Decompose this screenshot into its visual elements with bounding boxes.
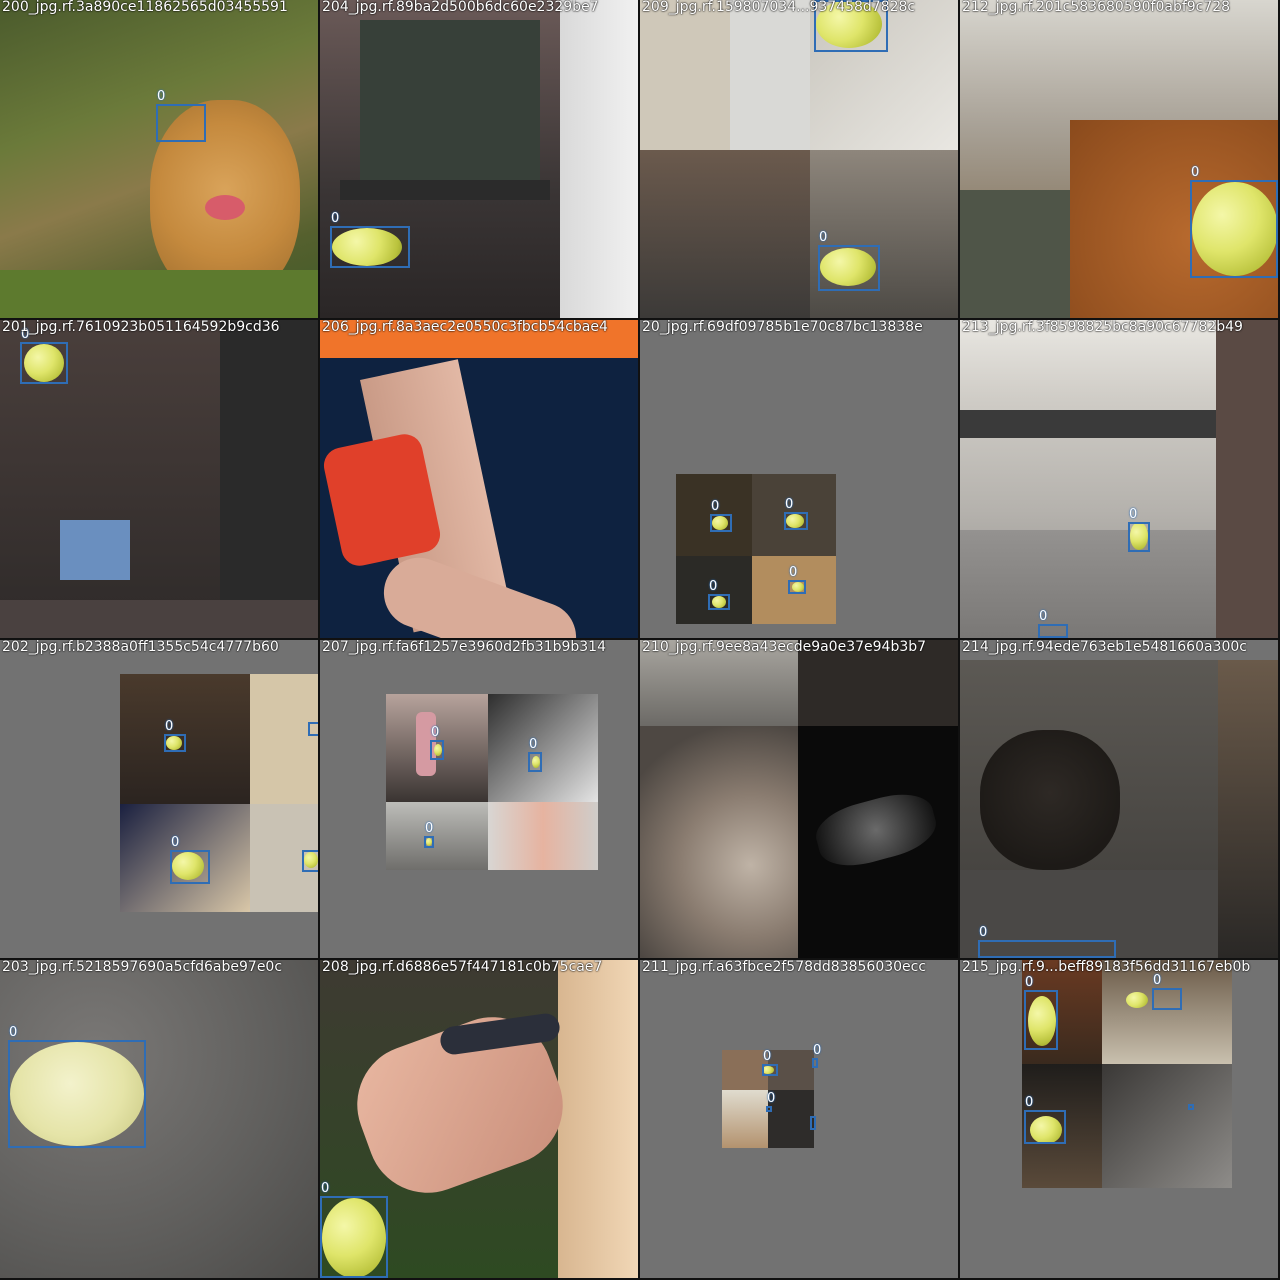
class-label: 0	[171, 835, 180, 850]
class-label: 0	[331, 211, 340, 226]
bounding-box: 0	[1190, 165, 1278, 278]
filename-label: 215_jpg.rf.9...beff89183f56dd31167eb0b	[962, 960, 1251, 975]
tile-214: 214_jpg.rf.94ede763eb1e5481660a300c 0	[960, 640, 1278, 958]
filename-label: 206_jpg.rf.8a3aec2e0550c3fbcb54cbae4	[322, 320, 608, 335]
class-label: 0	[431, 725, 440, 740]
bounding-box	[810, 1116, 816, 1130]
bounding-box: 0	[330, 211, 410, 268]
bounding-box: 0	[8, 1025, 146, 1148]
tile-208: 208_jpg.rf.d6886e57f447181c0b75cae7 0	[320, 960, 638, 1278]
bounding-box: 0	[710, 499, 732, 532]
bounding-box: 0	[1128, 507, 1150, 552]
class-label: 0	[1039, 609, 1048, 624]
tile-211: 211_jpg.rf.a63fbce2f578dd83856030ecc 0 0…	[640, 960, 958, 1278]
filename-label: 207_jpg.rf.fa6f1257e3960d2fb31b9b314	[322, 640, 606, 655]
bounding-box: 0	[1024, 1095, 1066, 1144]
tile-212: 212_jpg.rf.201c583680590f0abf9c728 0	[960, 0, 1278, 318]
tile-20: 20_jpg.rf.69df09785b1e70c87bc13838e 0 0 …	[640, 320, 958, 638]
bounding-box: 0	[788, 565, 806, 594]
class-label: 0	[979, 925, 988, 940]
filename-label: 210_jpg.rf.9ee8a43ecde9a0e37e94b3b7	[642, 640, 927, 655]
filename-label: 20_jpg.rf.69df09785b1e70c87bc13838e	[642, 320, 923, 335]
class-label: 0	[709, 579, 718, 594]
bounding-box: 0	[20, 327, 68, 384]
bounding-box: 0	[762, 1049, 778, 1076]
class-label: 0	[157, 89, 166, 104]
filename-label: 211_jpg.rf.a63fbce2f578dd83856030ecc	[642, 960, 927, 975]
bounding-box: 0	[424, 821, 434, 848]
class-label: 0	[1191, 165, 1200, 180]
class-label: 0	[711, 499, 720, 514]
tile-204: 204_jpg.rf.89ba2d500b6dc60e2329be7 0	[320, 0, 638, 318]
class-label: 0	[785, 497, 794, 512]
class-label: 0	[165, 719, 174, 734]
filename-label: 200_jpg.rf.3a890ce11862565d03455591	[2, 0, 288, 15]
bounding-box: 0	[784, 497, 808, 530]
bounding-box: 0	[1024, 975, 1058, 1050]
tile-215: 215_jpg.rf.9...beff89183f56dd31167eb0b 0…	[960, 960, 1278, 1278]
class-label: 0	[819, 230, 828, 245]
filename-label: 202_jpg.rf.b2388a0ff1355c54c4777b60	[2, 640, 279, 655]
tile-213: 213_jpg.rf.3f8598825bc8a90c67782b49 0 0	[960, 320, 1278, 638]
tile-210: 210_jpg.rf.9ee8a43ecde9a0e37e94b3b7	[640, 640, 958, 958]
bounding-box: 0	[528, 737, 542, 772]
filename-label: 213_jpg.rf.3f8598825bc8a90c67782b49	[962, 320, 1243, 335]
bounding-box: 0	[708, 579, 730, 610]
filename-label: 204_jpg.rf.89ba2d500b6dc60e2329be7	[322, 0, 599, 15]
filename-label: 208_jpg.rf.d6886e57f447181c0b75cae7	[322, 960, 603, 975]
bounding-box: 0	[818, 230, 880, 291]
class-label: 0	[1025, 1095, 1034, 1110]
class-label: 0	[1025, 975, 1034, 990]
bounding-box: 0	[170, 835, 210, 884]
tile-203: 203_jpg.rf.5218597690a5cfd6abe97e0c 0	[0, 960, 318, 1278]
filename-label: 214_jpg.rf.94ede763eb1e5481660a300c	[962, 640, 1247, 655]
bounding-box	[302, 850, 318, 872]
filename-label: 203_jpg.rf.5218597690a5cfd6abe97e0c	[2, 960, 283, 975]
class-label: 0	[789, 565, 798, 580]
bounding-box: 0	[1038, 609, 1068, 638]
tile-206: 206_jpg.rf.8a3aec2e0550c3fbcb54cbae4	[320, 320, 638, 638]
class-label: 0	[767, 1091, 776, 1106]
bounding-box	[1188, 1104, 1194, 1110]
bounding-box: 0	[430, 725, 444, 760]
bounding-box: 0	[164, 719, 186, 752]
bounding-box: 0	[320, 1181, 388, 1278]
tile-200: 200_jpg.rf.3a890ce11862565d03455591 0	[0, 0, 318, 318]
class-label: 0	[425, 821, 434, 836]
filename-label: 212_jpg.rf.201c583680590f0abf9c728	[962, 0, 1231, 15]
tile-201: 201_jpg.rf.7610923b051164592b9cd36 0	[0, 320, 318, 638]
class-label: 0	[763, 1049, 772, 1064]
class-label: 0	[321, 1181, 330, 1196]
class-label: 0	[1129, 507, 1138, 522]
filename-label: 209_jpg.rf.159807034...937458d7828c	[642, 0, 916, 15]
training-batch-mosaic: 200_jpg.rf.3a890ce11862565d03455591 0 20…	[0, 0, 1280, 1280]
class-label: 0	[1153, 973, 1162, 988]
bounding-box: 0	[156, 89, 206, 142]
tile-209: 209_jpg.rf.159807034...937458d7828c 0	[640, 0, 958, 318]
bounding-box: 0	[978, 925, 1116, 958]
tile-202: 202_jpg.rf.b2388a0ff1355c54c4777b60 0 0	[0, 640, 318, 958]
class-label: 0	[9, 1025, 18, 1040]
bounding-box: 0	[1152, 973, 1182, 1010]
tile-207: 207_jpg.rf.fa6f1257e3960d2fb31b9b314 0 0…	[320, 640, 638, 958]
bounding-box	[308, 722, 318, 736]
class-label: 0	[529, 737, 538, 752]
class-label: 0	[813, 1043, 822, 1058]
filename-label: 201_jpg.rf.7610923b051164592b9cd36	[2, 320, 280, 335]
bounding-box: 0	[766, 1091, 775, 1112]
bounding-box: 0	[812, 1043, 821, 1068]
